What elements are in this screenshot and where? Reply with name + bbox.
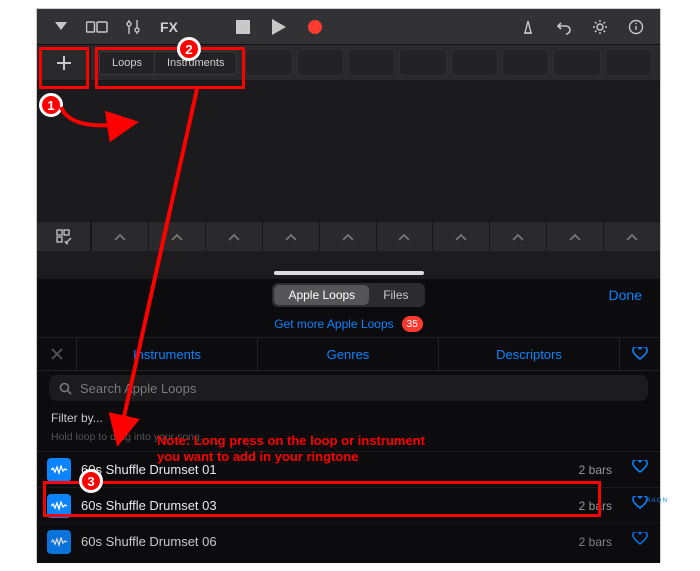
home-indicator <box>274 271 424 275</box>
annotation-circle-2: 2 <box>177 37 201 61</box>
seg-files[interactable]: Files <box>369 285 422 305</box>
loop-name: 60s Shuffle Drumset 06 <box>81 534 569 549</box>
scene-trigger[interactable] <box>489 222 546 251</box>
cell[interactable] <box>348 49 395 76</box>
annotation-box-2 <box>95 47 245 89</box>
record-button[interactable] <box>301 13 329 41</box>
view-mode-icon[interactable] <box>83 13 111 41</box>
annotation-box-1 <box>39 47 89 89</box>
scene-trigger[interactable] <box>546 222 603 251</box>
cell[interactable] <box>297 49 344 76</box>
play-button[interactable] <box>265 13 293 41</box>
loop-length: 2 bars <box>579 535 612 549</box>
grid-edit-icon[interactable] <box>37 222 91 251</box>
annotation-circle-3: 3 <box>79 469 103 493</box>
seg-apple-loops[interactable]: Apple Loops <box>274 285 369 305</box>
waveform-icon <box>47 458 71 482</box>
tab-genres[interactable]: Genres <box>258 338 439 370</box>
source-segmented-control[interactable]: Apple Loops Files <box>272 283 424 307</box>
promo-count-badge: 35 <box>402 316 423 332</box>
watermark: RAON <box>646 497 654 505</box>
scene-trigger[interactable] <box>319 222 376 251</box>
search-icon <box>59 382 72 395</box>
close-icon[interactable] <box>37 338 77 370</box>
cell[interactable] <box>502 49 549 76</box>
scene-trigger[interactable] <box>262 222 319 251</box>
transport-bar: FX <box>37 9 660 45</box>
tab-descriptors[interactable]: Descriptors <box>439 338 620 370</box>
favorites-icon[interactable] <box>620 338 660 370</box>
scene-trigger[interactable] <box>432 222 489 251</box>
settings-icon[interactable] <box>586 13 614 41</box>
cell[interactable] <box>451 49 498 76</box>
metronome-icon[interactable] <box>514 13 542 41</box>
scene-trigger[interactable] <box>376 222 433 251</box>
waveform-icon <box>47 530 71 554</box>
info-icon[interactable] <box>622 13 650 41</box>
cell[interactable] <box>399 49 446 76</box>
annotation-box-3 <box>43 481 601 517</box>
cell[interactable] <box>553 49 600 76</box>
filter-label: Filter by... <box>51 411 103 425</box>
loop-length: 2 bars <box>579 463 612 477</box>
scene-trigger[interactable] <box>603 222 660 251</box>
browser-menu-icon[interactable] <box>47 13 75 41</box>
annotation-note: Note: Long press on the loop or instrume… <box>157 433 425 466</box>
cell[interactable] <box>605 49 652 76</box>
promo-label: Get more Apple Loops <box>274 317 393 331</box>
mixer-icon[interactable] <box>119 13 147 41</box>
loop-item[interactable]: 60s Shuffle Drumset 06 2 bars <box>37 523 660 559</box>
done-button[interactable]: Done <box>609 287 642 303</box>
heart-icon[interactable] <box>632 460 648 479</box>
heart-icon[interactable] <box>632 532 648 551</box>
fx-button[interactable]: FX <box>155 13 183 41</box>
annotation-arrow-2 <box>107 89 227 449</box>
stop-button[interactable] <box>229 13 257 41</box>
cell-slots <box>237 45 660 80</box>
cell[interactable] <box>245 49 292 76</box>
undo-icon[interactable] <box>550 13 578 41</box>
